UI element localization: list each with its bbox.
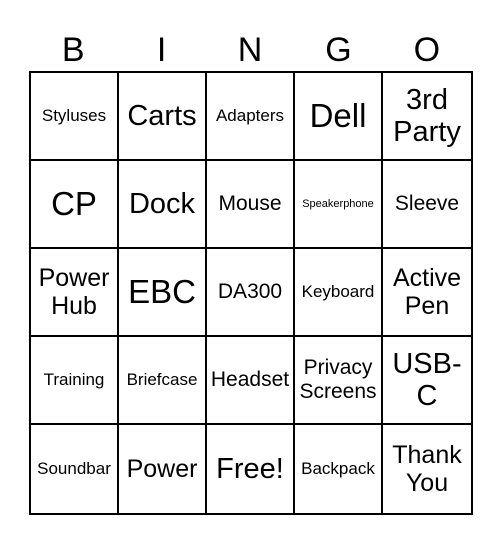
bingo-cell[interactable]: Training	[31, 337, 119, 425]
bingo-cell[interactable]: Thank You	[383, 425, 471, 513]
bingo-cell-label: Backpack	[301, 459, 375, 479]
bingo-cell[interactable]: CP	[31, 161, 119, 249]
header-letter-o: O	[413, 31, 441, 69]
header-letter-g: G	[325, 31, 352, 69]
bingo-cell-label: Speakerphone	[302, 197, 374, 210]
bingo-cell[interactable]: Dell	[295, 73, 383, 161]
bingo-cell-label: Free!	[216, 452, 284, 485]
bingo-cell[interactable]: Headset	[207, 337, 295, 425]
bingo-cell-label: Dell	[309, 96, 367, 134]
bingo-cell-label: Power Hub	[38, 264, 110, 320]
bingo-cell[interactable]: USB-C	[383, 337, 471, 425]
bingo-cell-label: Carts	[127, 99, 197, 132]
bingo-cell-label: Thank You	[392, 441, 462, 497]
bingo-cell-label: Briefcase	[126, 370, 198, 390]
bingo-cell-label: Active Pen	[392, 264, 462, 320]
bingo-cell[interactable]: Power	[119, 425, 207, 513]
bingo-cell[interactable]: Soundbar	[31, 425, 119, 513]
bingo-cell[interactable]: Speakerphone	[295, 161, 383, 249]
bingo-cell[interactable]: Styluses	[31, 73, 119, 161]
header-letter-n: N	[237, 31, 263, 69]
bingo-cell[interactable]: Dock	[119, 161, 207, 249]
bingo-cell-label: USB-C	[392, 347, 462, 412]
bingo-cell[interactable]: Mouse	[207, 161, 295, 249]
bingo-cell-label: 3rd Party	[393, 83, 461, 148]
bingo-cell[interactable]: Carts	[119, 73, 207, 161]
bingo-cell[interactable]: Adapters	[207, 73, 295, 161]
bingo-cell[interactable]: Privacy Screens	[295, 337, 383, 425]
bingo-cell-label: Styluses	[41, 106, 107, 126]
header-letter-i: I	[156, 31, 167, 69]
bingo-cell[interactable]: Briefcase	[119, 337, 207, 425]
bingo-cell[interactable]: DA300	[207, 249, 295, 337]
bingo-cell[interactable]: 3rd Party	[383, 73, 471, 161]
bingo-cell[interactable]: Sleeve	[383, 161, 471, 249]
bingo-header: B I N G O	[29, 28, 471, 72]
bingo-cell[interactable]: Power Hub	[31, 249, 119, 337]
bingo-cell-label: Power	[126, 455, 198, 483]
bingo-cell-label: Privacy Screens	[299, 356, 377, 403]
bingo-cell-label: Dock	[128, 187, 196, 220]
bingo-cell-label: Sleeve	[394, 192, 460, 216]
bingo-cell-label: Soundbar	[37, 459, 111, 479]
bingo-cell[interactable]: Backpack	[295, 425, 383, 513]
bingo-cell-label: Training	[43, 370, 105, 390]
bingo-cell[interactable]: Keyboard	[295, 249, 383, 337]
bingo-cell-label: DA300	[217, 280, 283, 304]
bingo-cell-label: Adapters	[215, 106, 285, 126]
header-letter-b: B	[61, 31, 85, 69]
bingo-cell[interactable]: EBC	[119, 249, 207, 337]
bingo-card-grid: Styluses Carts Adapters Dell 3rd Party CP Dock…	[29, 71, 473, 515]
bingo-cell-label: Keyboard	[301, 282, 375, 302]
bingo-cell[interactable]: Active Pen	[383, 249, 471, 337]
bingo-cell-label: EBC	[128, 272, 196, 310]
bingo-cell-label: CP	[51, 184, 97, 222]
bingo-cell-label: Mouse	[218, 192, 282, 216]
bingo-cell[interactable]: Free!	[207, 425, 295, 513]
bingo-cell-label: Headset	[210, 368, 290, 392]
